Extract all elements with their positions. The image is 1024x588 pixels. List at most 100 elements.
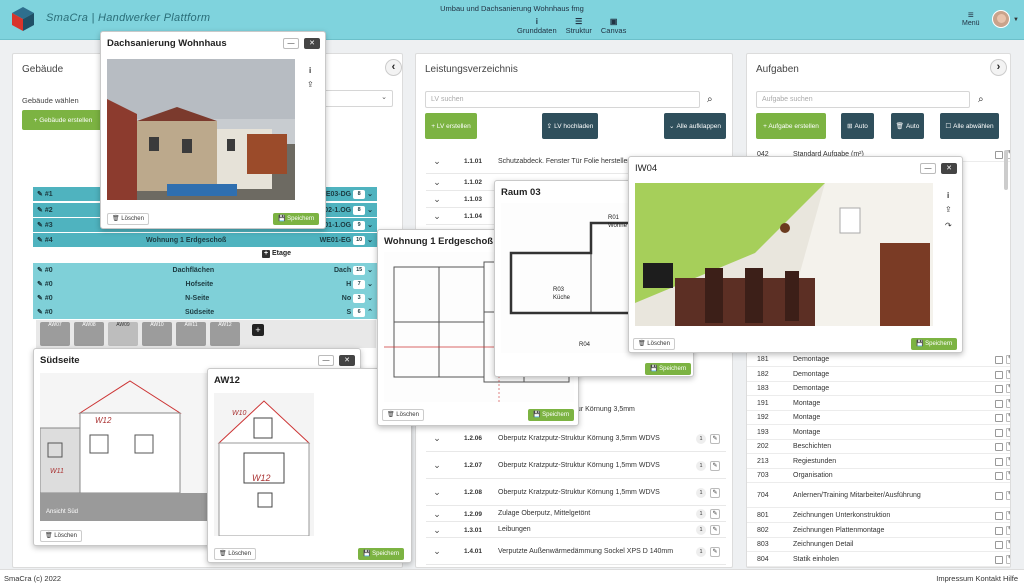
- lv-row[interactable]: ⌄ 1.3.01 Leibungen 1 ✎: [426, 523, 726, 538]
- aufgabe-create-button[interactable]: + Aufgabe erstellen: [756, 113, 826, 139]
- edit-icon[interactable]: ✎: [37, 280, 43, 288]
- edit-icon[interactable]: ✎: [1006, 399, 1010, 408]
- delete-button[interactable]: 🗑 Löschen: [40, 530, 82, 542]
- area-row-1[interactable]: ✎ #0 Dachflächen Dach 15 ⌄: [33, 263, 377, 277]
- delete-button[interactable]: 🗑 Löschen: [107, 213, 149, 225]
- area-row-4[interactable]: ✎ #0 Südseite S 6 ⌃: [33, 305, 377, 319]
- checkbox[interactable]: [995, 150, 1003, 159]
- task-row[interactable]: 802Zeichnungen Plattenmontage✎: [747, 524, 1010, 538]
- task-row[interactable]: 801Zeichnungen Unterkonstruktion✎: [747, 509, 1010, 523]
- upload-icon[interactable]: ⇪: [945, 205, 952, 214]
- edit-icon[interactable]: ✎: [1006, 428, 1010, 437]
- edit-icon[interactable]: ✎: [37, 190, 43, 198]
- lv-upload-button[interactable]: ⇪ LV hochladen: [542, 113, 598, 139]
- tile-aw10[interactable]: AW10: [142, 322, 172, 346]
- task-row[interactable]: 181Demontage✎: [747, 353, 1010, 367]
- task-row[interactable]: 183Demontage✎: [747, 382, 1010, 396]
- edit-icon[interactable]: ✎: [710, 546, 720, 557]
- minimize-button[interactable]: —: [318, 355, 334, 366]
- tile-aw12[interactable]: AW12: [210, 322, 240, 346]
- save-button[interactable]: 💾 Speichern: [358, 548, 405, 560]
- edit-icon[interactable]: ✎: [1006, 384, 1010, 393]
- close-button[interactable]: ✕: [339, 355, 355, 366]
- tile-aw07[interactable]: AW07: [40, 322, 70, 346]
- checkbox[interactable]: [995, 442, 1003, 451]
- lv-row[interactable]: ⌄ 1.4.01 Verputzte Außenwärmedämmung Socke…: [426, 539, 726, 565]
- auto-button-1[interactable]: ⊞ Auto: [841, 113, 874, 139]
- checkbox[interactable]: [995, 471, 1003, 480]
- footer-links[interactable]: Impressum Kontakt Hilfe: [936, 574, 1018, 583]
- lv-row[interactable]: ⌄ 1.2.09 Zulage Oberputz, Mittelgetönt 1 ✎: [426, 507, 726, 522]
- chevron-down-icon[interactable]: ⌄: [367, 236, 373, 244]
- search-icon[interactable]: ⌕: [978, 94, 984, 105]
- checkbox[interactable]: [995, 491, 1003, 500]
- chevron-down-icon[interactable]: ⌄: [367, 221, 373, 229]
- task-row[interactable]: 213Regiestunden✎: [747, 455, 1010, 469]
- edit-icon[interactable]: ✎: [710, 525, 720, 535]
- checkbox[interactable]: [995, 428, 1003, 437]
- checkbox[interactable]: [995, 413, 1003, 422]
- chevron-down-icon[interactable]: ⌄: [426, 211, 448, 222]
- chevron-down-icon[interactable]: ⌄: [367, 190, 373, 198]
- edit-icon[interactable]: ✎: [37, 308, 43, 316]
- edit-icon[interactable]: ✎: [37, 294, 43, 302]
- checkbox[interactable]: [995, 526, 1003, 535]
- edit-icon[interactable]: ✎: [37, 206, 43, 214]
- chevron-down-icon[interactable]: ⌄: [426, 156, 448, 167]
- checkbox[interactable]: [995, 355, 1003, 364]
- checkbox[interactable]: [995, 555, 1003, 564]
- edit-icon[interactable]: ✎: [1006, 471, 1010, 480]
- edit-icon[interactable]: ✎: [1006, 555, 1010, 564]
- task-row[interactable]: 804Statik einholen✎: [747, 553, 1010, 567]
- nav-canvas[interactable]: ▣ Canvas: [601, 17, 626, 35]
- lv-row[interactable]: ⌄ 1.2.07 Oberputz Kratzputz-Struktur Körnu…: [426, 453, 726, 479]
- edit-icon[interactable]: ✎: [1006, 491, 1010, 500]
- edit-icon[interactable]: ✎: [37, 266, 43, 274]
- chevron-down-icon[interactable]: ⌄: [426, 525, 448, 536]
- edit-icon[interactable]: ✎: [1006, 457, 1010, 466]
- info-icon[interactable]: i: [947, 191, 949, 200]
- etage-button[interactable]: + Etage: [262, 250, 291, 258]
- edit-icon[interactable]: ✎: [1006, 413, 1010, 422]
- delete-button[interactable]: 🗑 Löschen: [382, 409, 424, 421]
- task-row[interactable]: 803Zeichnungen Detail✎: [747, 538, 1010, 552]
- task-row[interactable]: 193Montage✎: [747, 426, 1010, 440]
- delete-button[interactable]: 🗑 Löschen: [633, 338, 675, 350]
- gebaeude-select[interactable]: ⌄: [323, 90, 393, 107]
- lv-expand-all-button[interactable]: ⌄ Alle aufklappen: [664, 113, 726, 139]
- task-row[interactable]: 182Demontage✎: [747, 368, 1010, 382]
- edit-icon[interactable]: ✎: [710, 460, 720, 471]
- add-tile-button[interactable]: +: [252, 324, 264, 336]
- chevron-down-icon[interactable]: ⌄: [367, 266, 373, 274]
- area-row-3[interactable]: ✎ #0 N-Seite No 3 ⌄: [33, 291, 377, 305]
- edit-icon[interactable]: ✎: [37, 236, 43, 244]
- task-row[interactable]: 191Montage✎: [747, 397, 1010, 411]
- edit-icon[interactable]: ✎: [37, 221, 43, 229]
- chevron-down-icon[interactable]: ⌄: [426, 487, 448, 498]
- info-icon[interactable]: i: [309, 66, 311, 75]
- chevron-down-icon[interactable]: ⌄: [426, 177, 448, 188]
- edit-icon[interactable]: ✎: [1006, 442, 1010, 451]
- minimize-button[interactable]: —: [283, 38, 299, 49]
- checkbox[interactable]: [995, 540, 1003, 549]
- checkbox[interactable]: [995, 511, 1003, 520]
- lv-row[interactable]: ⌄ 1.2.08 Oberputz Kratzputz-Struktur Körnu…: [426, 480, 726, 506]
- delete-button[interactable]: 🗑 Löschen: [214, 548, 256, 560]
- avatar[interactable]: [992, 10, 1010, 28]
- tile-aw11[interactable]: AW11: [176, 322, 206, 346]
- checkbox[interactable]: [995, 384, 1003, 393]
- edit-icon[interactable]: ✎: [1006, 540, 1010, 549]
- checkbox[interactable]: [995, 399, 1003, 408]
- collapse-right-button[interactable]: ›: [990, 59, 1007, 76]
- task-row[interactable]: 704 Anlernen/Training Mitarbeiter/Ausführ…: [747, 484, 1010, 508]
- nav-struktur[interactable]: ☰ Struktur: [566, 17, 592, 35]
- task-row[interactable]: 202Beschichten✎: [747, 440, 1010, 454]
- area-row-2[interactable]: ✎ #0 Hofseite H 7 ⌄: [33, 277, 377, 291]
- save-button[interactable]: 💾 Speichern: [273, 213, 320, 225]
- chevron-down-icon[interactable]: ⌄: [426, 460, 448, 471]
- task-row[interactable]: 192Montage✎: [747, 411, 1010, 425]
- floor-row-4[interactable]: ✎ #4 Wohnung 1 Erdgeschoß WE01-EG 10 ⌄: [33, 233, 377, 247]
- save-button[interactable]: 💾 Speichern: [911, 338, 958, 350]
- upload-icon[interactable]: ⇪: [307, 80, 314, 89]
- chevron-down-icon[interactable]: ⌄: [367, 294, 373, 302]
